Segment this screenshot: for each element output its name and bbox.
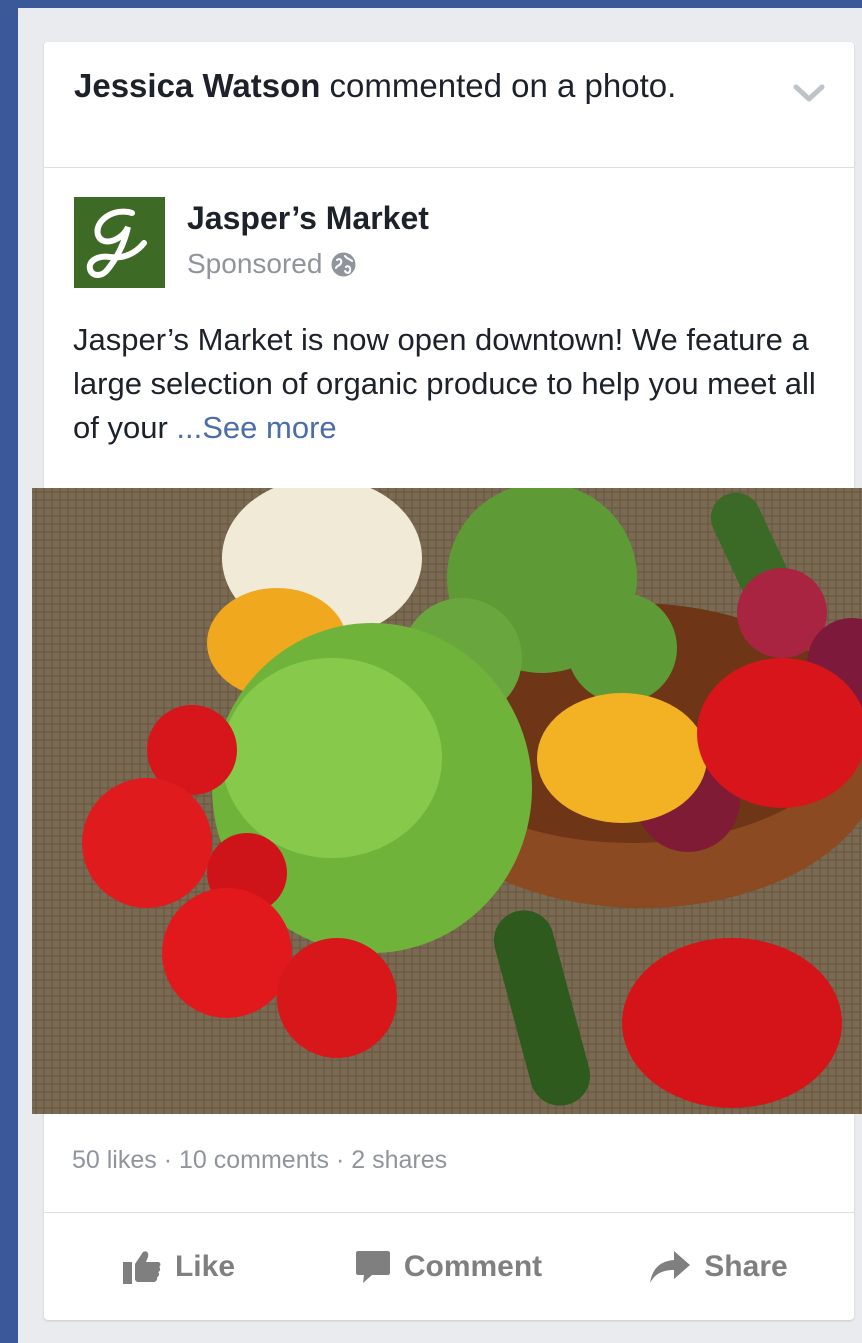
feed-story-card: Jessica Watson commented on a photo. Jas… <box>32 42 862 1320</box>
page-logo[interactable] <box>74 197 165 288</box>
post-body: Jasper’s Market is now open downtown! We… <box>73 318 833 450</box>
share-button[interactable]: Share <box>584 1250 854 1284</box>
page-name-link[interactable]: Jasper’s Market <box>187 200 429 237</box>
thumbs-up-icon <box>122 1250 161 1284</box>
share-arrow-icon <box>650 1250 691 1283</box>
comment-button[interactable]: Comment <box>314 1250 584 1284</box>
action-bar: Like Comment Share <box>44 1213 854 1320</box>
speech-bubble-icon <box>355 1250 390 1283</box>
comment-label: Comment <box>403 1249 543 1283</box>
like-label: Like <box>174 1249 236 1283</box>
like-button[interactable]: Like <box>44 1250 314 1284</box>
share-label: Share <box>704 1249 788 1283</box>
story-action-text: commented on a photo. <box>320 67 677 104</box>
divider <box>44 167 854 168</box>
sponsored-label: Sponsored <box>187 248 323 279</box>
actor-name-link[interactable]: Jessica Watson <box>74 67 320 104</box>
globe-icon <box>331 252 356 276</box>
see-more-link[interactable]: ...See more <box>176 410 336 445</box>
engagement-summary[interactable]: 50 likes · 10 comments · 2 shares <box>72 1146 447 1175</box>
sponsored-row: Sponsored <box>187 248 357 280</box>
story-header: Jessica Watson commented on a photo. <box>74 64 754 108</box>
chevron-down-icon[interactable] <box>792 82 826 104</box>
post-photo[interactable] <box>32 488 862 1114</box>
